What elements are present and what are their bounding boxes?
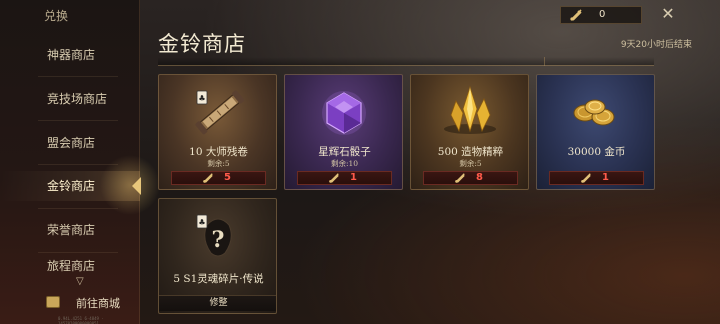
go-to-mall-button[interactable]: 前往商城 bbox=[0, 292, 140, 314]
soul-shard-icon: ? ♣ bbox=[159, 203, 276, 265]
sidebar-item-golden-bell-shop[interactable]: 金铃商店 bbox=[0, 171, 141, 201]
shop-item-card[interactable]: ? ♣ 5 S1灵魂碎片·传说 修整 bbox=[158, 198, 277, 314]
shop-sidebar: 兑换 神器商店 竞技场商店 盟会商店 金铃商店 荣誉商店 旅程商店 ▽ 前往商城… bbox=[0, 0, 160, 324]
golden-bell-icon bbox=[328, 172, 340, 188]
golden-bell-icon bbox=[569, 8, 583, 25]
shop-item-card[interactable]: 500 造物精粹 剩余:5 8 bbox=[410, 74, 529, 190]
sidebar-divider bbox=[38, 76, 118, 77]
sidebar-item-label: 竞技场商店 bbox=[47, 92, 108, 106]
sidebar-divider bbox=[38, 252, 118, 253]
item-name: 30000 金币 bbox=[567, 146, 626, 158]
buy-button[interactable]: 8 bbox=[423, 171, 518, 185]
golden-bell-icon bbox=[580, 172, 592, 188]
sidebar-divider bbox=[38, 208, 118, 209]
item-remaining: 剩余:10 bbox=[330, 159, 359, 168]
gold-crystal-icon bbox=[411, 79, 528, 141]
item-name: 10 大师残卷 bbox=[189, 146, 248, 158]
sidebar-item-journey-shop[interactable]: 旅程商店 bbox=[0, 258, 140, 274]
sidebar-item-label: 金铃商店 bbox=[47, 179, 96, 193]
sidebar-item-label: 荣誉商店 bbox=[47, 223, 96, 237]
item-name: 500 造物精粹 bbox=[437, 146, 504, 158]
svg-text:♣: ♣ bbox=[198, 94, 205, 103]
active-indicator-icon bbox=[132, 177, 141, 195]
item-price: 1 bbox=[602, 172, 609, 183]
item-price: 5 bbox=[224, 172, 231, 183]
item-remaining: 剩余:5 bbox=[459, 159, 482, 168]
golden-bell-icon bbox=[454, 172, 466, 188]
sidebar-item-arena-shop[interactable]: 竞技场商店 bbox=[0, 84, 140, 114]
svg-text:?: ? bbox=[212, 227, 225, 253]
sidebar-divider bbox=[38, 120, 118, 121]
sidebar-title: 兑换 bbox=[44, 9, 69, 23]
preview-button[interactable]: 修整 bbox=[159, 295, 276, 311]
buy-button[interactable]: 1 bbox=[297, 171, 392, 185]
currency-value: 0 bbox=[599, 9, 606, 20]
shop-item-card[interactable]: 星辉石骰子 剩余:10 1 bbox=[284, 74, 403, 190]
golden-bell-icon bbox=[202, 172, 214, 188]
shop-item-card[interactable]: 30000 金币 1 bbox=[536, 74, 655, 190]
sidebar-item-label: 旅程商店 bbox=[47, 259, 96, 273]
currency-display: 0 bbox=[560, 6, 642, 24]
purple-gem-icon bbox=[285, 79, 402, 141]
item-name: 星辉石骰子 bbox=[318, 146, 371, 158]
item-name: 5 S1灵魂碎片·传说 bbox=[173, 273, 264, 285]
buy-button[interactable]: 5 bbox=[171, 171, 266, 185]
item-remaining: 剩余:5 bbox=[207, 159, 230, 168]
event-timer: 9天20小时后结束 bbox=[620, 40, 692, 50]
close-icon[interactable]: ✕ bbox=[658, 4, 678, 24]
sidebar-item-label: 神器商店 bbox=[47, 48, 96, 62]
sidebar-item-artifact-shop[interactable]: 神器商店 bbox=[0, 40, 140, 70]
gold-coins-icon bbox=[537, 79, 654, 141]
shop-top-bar-segment bbox=[544, 57, 654, 66]
item-price: 8 bbox=[476, 172, 483, 183]
shop-item-card[interactable]: ♣ 10 大师残卷 剩余:5 5 bbox=[158, 74, 277, 190]
scroll-icon: ♣ bbox=[159, 79, 276, 141]
buy-button[interactable]: 1 bbox=[549, 171, 644, 185]
item-price: 1 bbox=[350, 172, 357, 183]
svg-text:♣: ♣ bbox=[198, 218, 205, 227]
build-id-text: 0.94L.4251 6·4849 · 14570200000000051 bbox=[58, 316, 104, 324]
shop-top-bar bbox=[158, 57, 654, 66]
sidebar-item-honor-shop[interactable]: 荣誉商店 bbox=[0, 215, 140, 245]
page-title: 金铃商店 bbox=[158, 32, 246, 56]
sidebar-item-label: 盟会商店 bbox=[47, 136, 96, 150]
go-to-mall-label: 前往商城 bbox=[76, 297, 120, 310]
scroll-down-icon[interactable]: ▽ bbox=[76, 276, 84, 287]
treasure-chest-icon bbox=[46, 296, 60, 308]
